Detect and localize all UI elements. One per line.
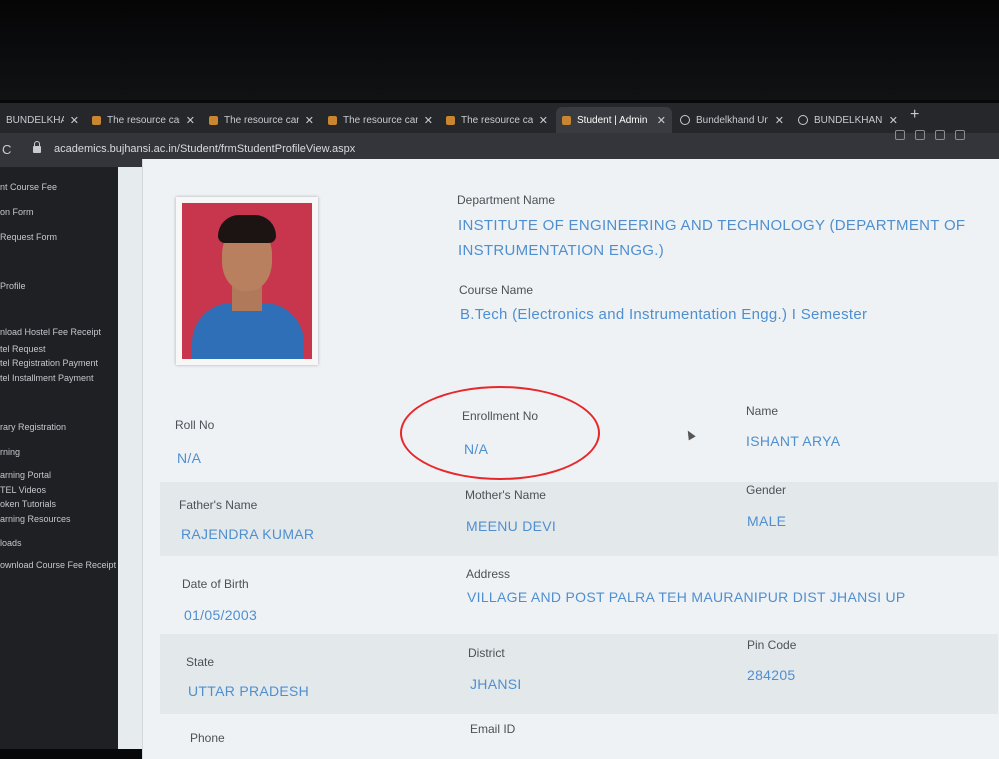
tab-label: The resource cann [343,114,418,126]
sidebar-item[interactable]: loads [0,538,22,548]
sidebar-item[interactable]: on Form [0,207,34,217]
mother-label: Mother's Name [465,488,546,502]
url-text[interactable]: academics.bujhansi.ac.in/Student/frmStud… [54,143,355,155]
department-label: Department Name [457,193,556,207]
browser-tab[interactable]: The resource cann ✕ [440,109,554,131]
sidebar-item[interactable]: tel Registration Payment [0,358,98,368]
bu-favicon-icon [92,115,101,125]
close-icon[interactable]: ✕ [539,114,548,127]
browser-tab[interactable]: The resource cann ✕ [322,109,439,131]
pin-label: Pin Code [747,638,797,652]
toolbar-icons [895,130,965,140]
browser-tab-bar: BUNDELKHAND U ✕ The resource cann ✕ The … [0,103,999,133]
dob-label: Date of Birth [182,577,249,591]
state-label: State [186,655,215,669]
tab-label: BUNDELKHAND U [814,114,883,126]
sidebar-item[interactable]: rning [0,447,20,457]
tab-label: The resource cann [461,114,533,126]
lock-icon[interactable] [33,141,41,153]
sidebar-item[interactable]: tel Installment Payment [0,373,94,383]
sidebar-item[interactable]: nt Course Fee [0,182,57,192]
district-value: JHANSI [470,676,522,692]
sidebar-item[interactable]: ownload Course Fee Receipt [0,560,116,570]
sidebar [0,167,118,749]
student-photo [176,197,318,365]
close-icon[interactable]: ✕ [424,114,433,127]
mother-value: MEENU DEVI [466,518,557,534]
browser-tab[interactable]: The resource cann ✕ [86,109,201,131]
sidebar-item[interactable]: arning Resources [0,514,71,524]
sidebar-item[interactable]: tel Request [0,344,46,354]
tab-label: The resource cann [224,114,299,126]
bu-favicon-icon [328,115,337,125]
extension-icon[interactable] [915,130,925,140]
tab-label: Student | Admin [577,114,648,126]
name-value: ISHANT ARYA [746,433,841,449]
course-label: Course Name [459,283,534,297]
browser-tab[interactable]: BUNDELKHAND U ✕ [792,109,904,131]
browser-tab[interactable]: Bundelkhand Univ ✕ [674,109,790,131]
address-value: VILLAGE AND POST PALRA TEH MAURANIPUR DI… [467,589,906,605]
father-value: RAJENDRA KUMAR [181,526,315,542]
email-label: Email ID [470,722,516,736]
name-label: Name [746,404,779,418]
course-value: B.Tech (Electronics and Instrumentation … [460,306,868,323]
dob-value: 01/05/2003 [184,607,258,623]
tab-label: BUNDELKHAND U [6,114,64,126]
close-icon[interactable]: ✕ [305,114,314,127]
globe-icon [798,115,808,125]
phone-label: Phone [190,731,225,745]
tab-label: The resource cann [107,114,180,126]
red-annotation-ring [400,386,600,480]
browser-tab[interactable]: The resource cann ✕ [203,109,320,131]
roll-value: N/A [177,450,202,466]
close-icon[interactable]: ✕ [657,114,666,127]
reload-icon[interactable]: C [2,142,11,157]
monitor-bezel [0,0,999,100]
address-label: Address [466,567,511,581]
sidebar-item[interactable]: oken Tutorials [0,499,56,509]
sidebar-item[interactable]: arning Portal [0,470,51,480]
roll-label: Roll No [175,418,215,432]
tab-label: Bundelkhand Univ [696,114,768,126]
father-label: Father's Name [179,498,258,512]
district-label: District [468,646,505,660]
department-value-line2: INSTRUMENTATION ENGG.) [458,242,665,259]
sidebar-item[interactable]: Request Form [0,232,57,242]
sidebar-item[interactable]: nload Hostel Fee Receipt [0,327,101,337]
row-background [160,634,998,714]
state-value: UTTAR PRADESH [188,683,310,699]
pin-value: 284205 [747,667,796,683]
close-icon[interactable]: ✕ [775,114,784,127]
browser-tab[interactable]: BUNDELKHAND U ✕ [0,109,85,131]
globe-icon [680,115,690,125]
sidebar-item[interactable]: rary Registration [0,422,66,432]
close-icon[interactable]: ✕ [70,114,79,127]
browser-tab-active[interactable]: Student | Admin ✕ [556,107,672,133]
sidebar-item[interactable]: TEL Videos [0,485,46,495]
share-icon[interactable] [955,130,965,140]
shield-icon[interactable] [935,130,945,140]
bu-favicon-icon [446,115,455,125]
row-background [160,482,998,556]
gender-label: Gender [746,483,787,497]
bu-favicon-icon [209,115,218,125]
new-tab-button[interactable]: + [910,106,919,124]
extension-icon[interactable] [895,130,905,140]
sidebar-item-profile[interactable]: Profile [0,281,26,291]
close-icon[interactable]: ✕ [186,114,195,127]
bu-favicon-icon [562,115,571,125]
department-value-line1: INSTITUTE OF ENGINEERING AND TECHNOLOGY … [458,217,966,234]
gender-value: MALE [747,513,787,529]
close-icon[interactable]: ✕ [889,114,898,127]
